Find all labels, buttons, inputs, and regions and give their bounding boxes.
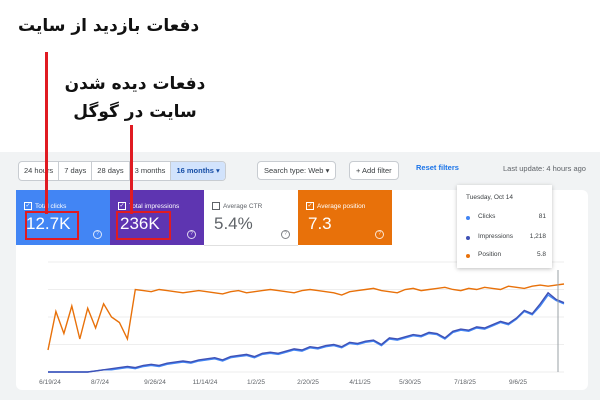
x-tick-label: 5/30/25 (399, 379, 421, 386)
tooltip-date: Tuesday, Oct 14 (466, 194, 513, 201)
highlight-impressions (116, 211, 171, 240)
tooltip-name: Impressions (478, 233, 514, 240)
chart-series (47, 283, 565, 373)
position-dot-icon (466, 254, 470, 258)
x-tick-label: 2/20/25 (297, 379, 319, 386)
x-tick-label: 1/2/25 (247, 379, 265, 386)
highlight-clicks (25, 211, 79, 240)
tooltip-value: 5.8 (536, 251, 546, 258)
tooltip-name: Position (478, 251, 502, 258)
x-tick-label: 4/11/25 (349, 379, 371, 386)
x-tick-label: 11/14/24 (193, 379, 218, 386)
impressions-dot-icon (466, 236, 470, 240)
x-tick-label: 9/6/25 (509, 379, 527, 386)
x-tick-label: 7/18/25 (454, 379, 476, 386)
series-line-impressions (48, 291, 565, 373)
chart-grid (48, 261, 564, 373)
chart-x-ticks: 6/19/24 8/7/24 9/26/24 11/14/24 1/2/25 2/20/2… (39, 379, 527, 386)
chart-tooltip: Tuesday, Oct 14 Clicks 81 Impressions 1,… (457, 185, 552, 268)
x-tick-label: 8/7/24 (91, 379, 109, 386)
x-tick-label: 6/19/24 (39, 379, 61, 386)
arrow-line-clicks (45, 52, 48, 214)
tooltip-value: 1,218 (529, 233, 546, 240)
tooltip-value: 81 (538, 213, 546, 220)
arrow-line-impressions (130, 125, 133, 214)
tooltip-name: Clicks (478, 213, 496, 220)
clicks-dot-icon (466, 216, 470, 220)
x-tick-label: 9/26/24 (144, 379, 166, 386)
